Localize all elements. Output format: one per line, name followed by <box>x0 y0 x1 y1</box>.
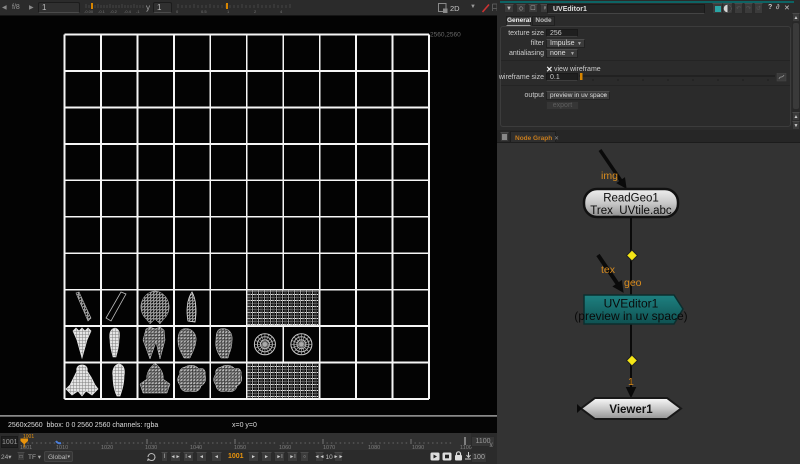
svg-text:ReadGeo1: ReadGeo1 <box>603 193 659 205</box>
svg-text:tex: tex <box>601 264 616 276</box>
svg-text:(preview in uv space): (preview in uv space) <box>574 309 687 323</box>
svg-text:Viewer1: Viewer1 <box>609 404 653 416</box>
svg-text:img: img <box>601 170 618 182</box>
svg-text:Trex_UVtile.abc: Trex_UVtile.abc <box>590 205 672 217</box>
svg-text:1: 1 <box>628 376 634 388</box>
svg-text:2560,2560: 2560,2560 <box>430 32 461 39</box>
svg-text:geo: geo <box>624 277 642 289</box>
